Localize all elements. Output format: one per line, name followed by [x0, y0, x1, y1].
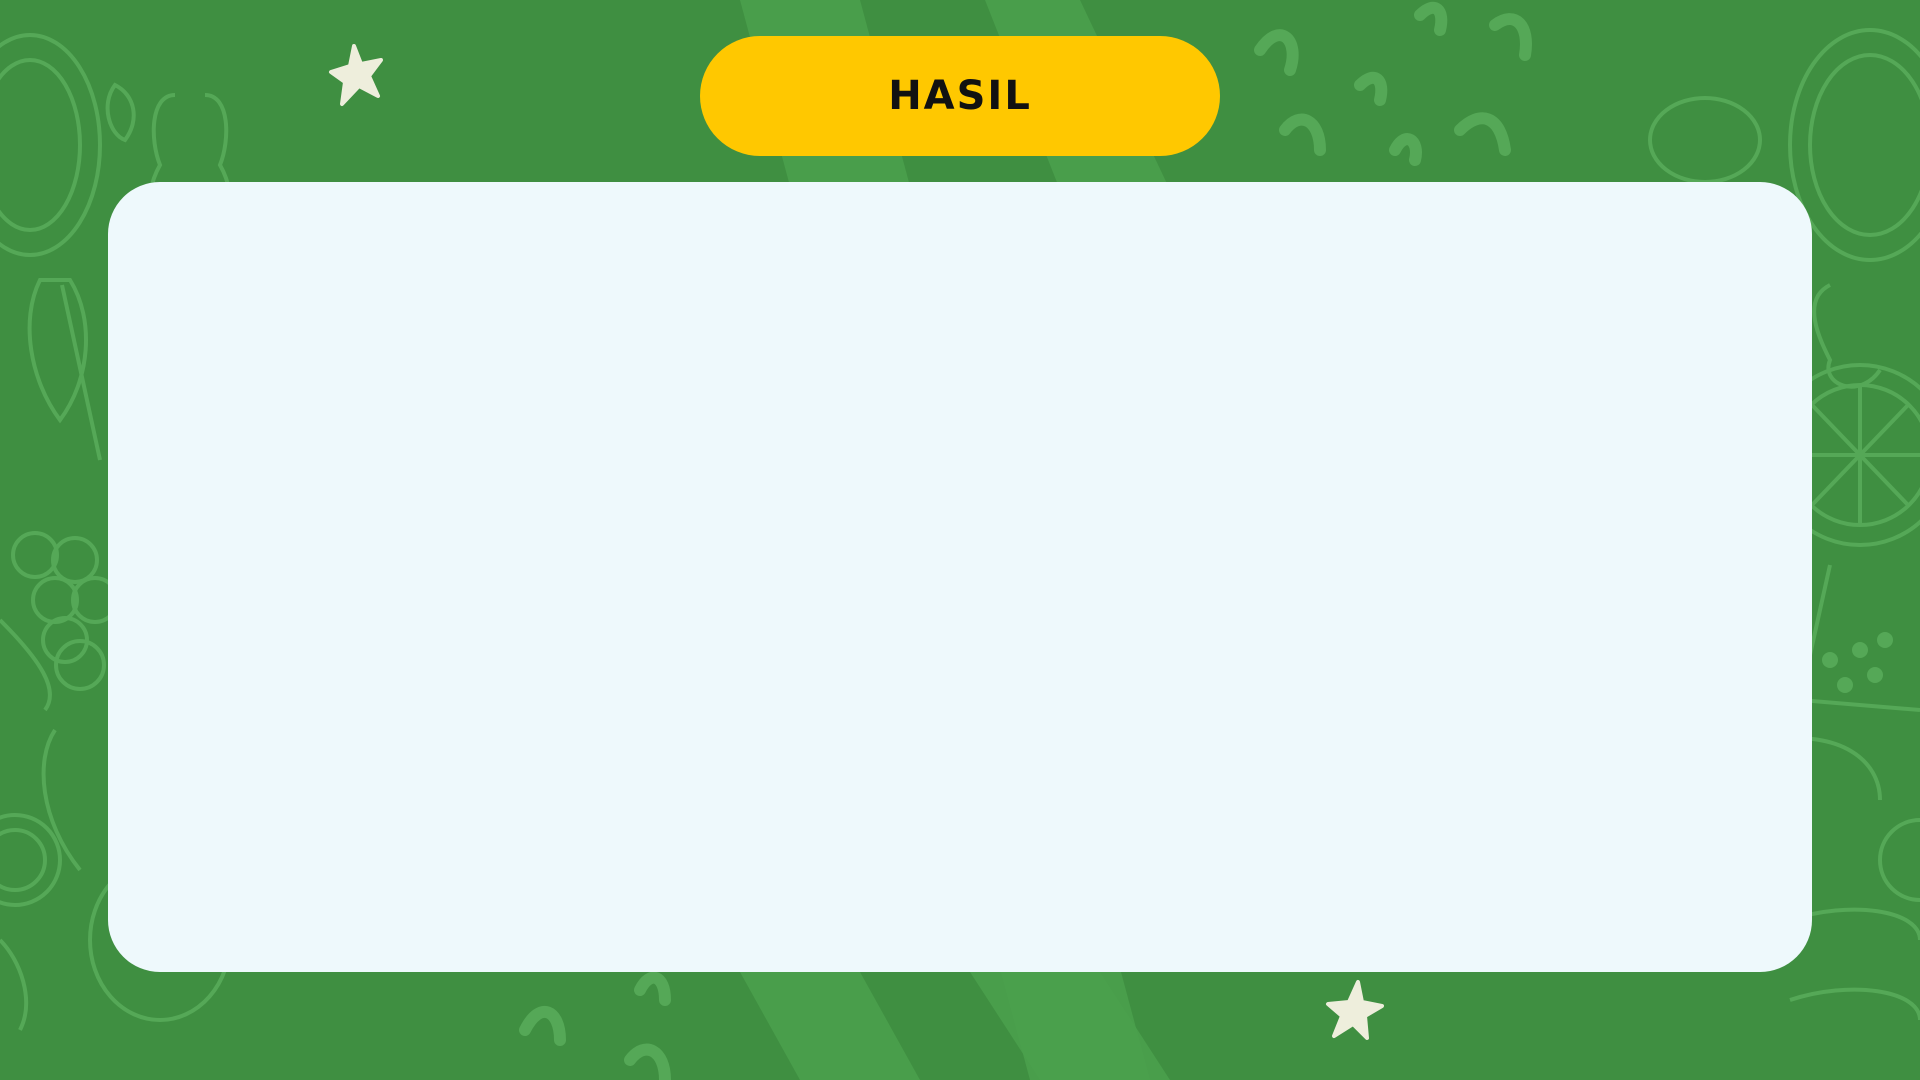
title-pill: HASIL	[700, 36, 1220, 156]
star-icon	[329, 44, 383, 106]
page-title: HASIL	[888, 73, 1032, 119]
star-icon	[1326, 980, 1384, 1040]
content-card	[108, 182, 1812, 972]
